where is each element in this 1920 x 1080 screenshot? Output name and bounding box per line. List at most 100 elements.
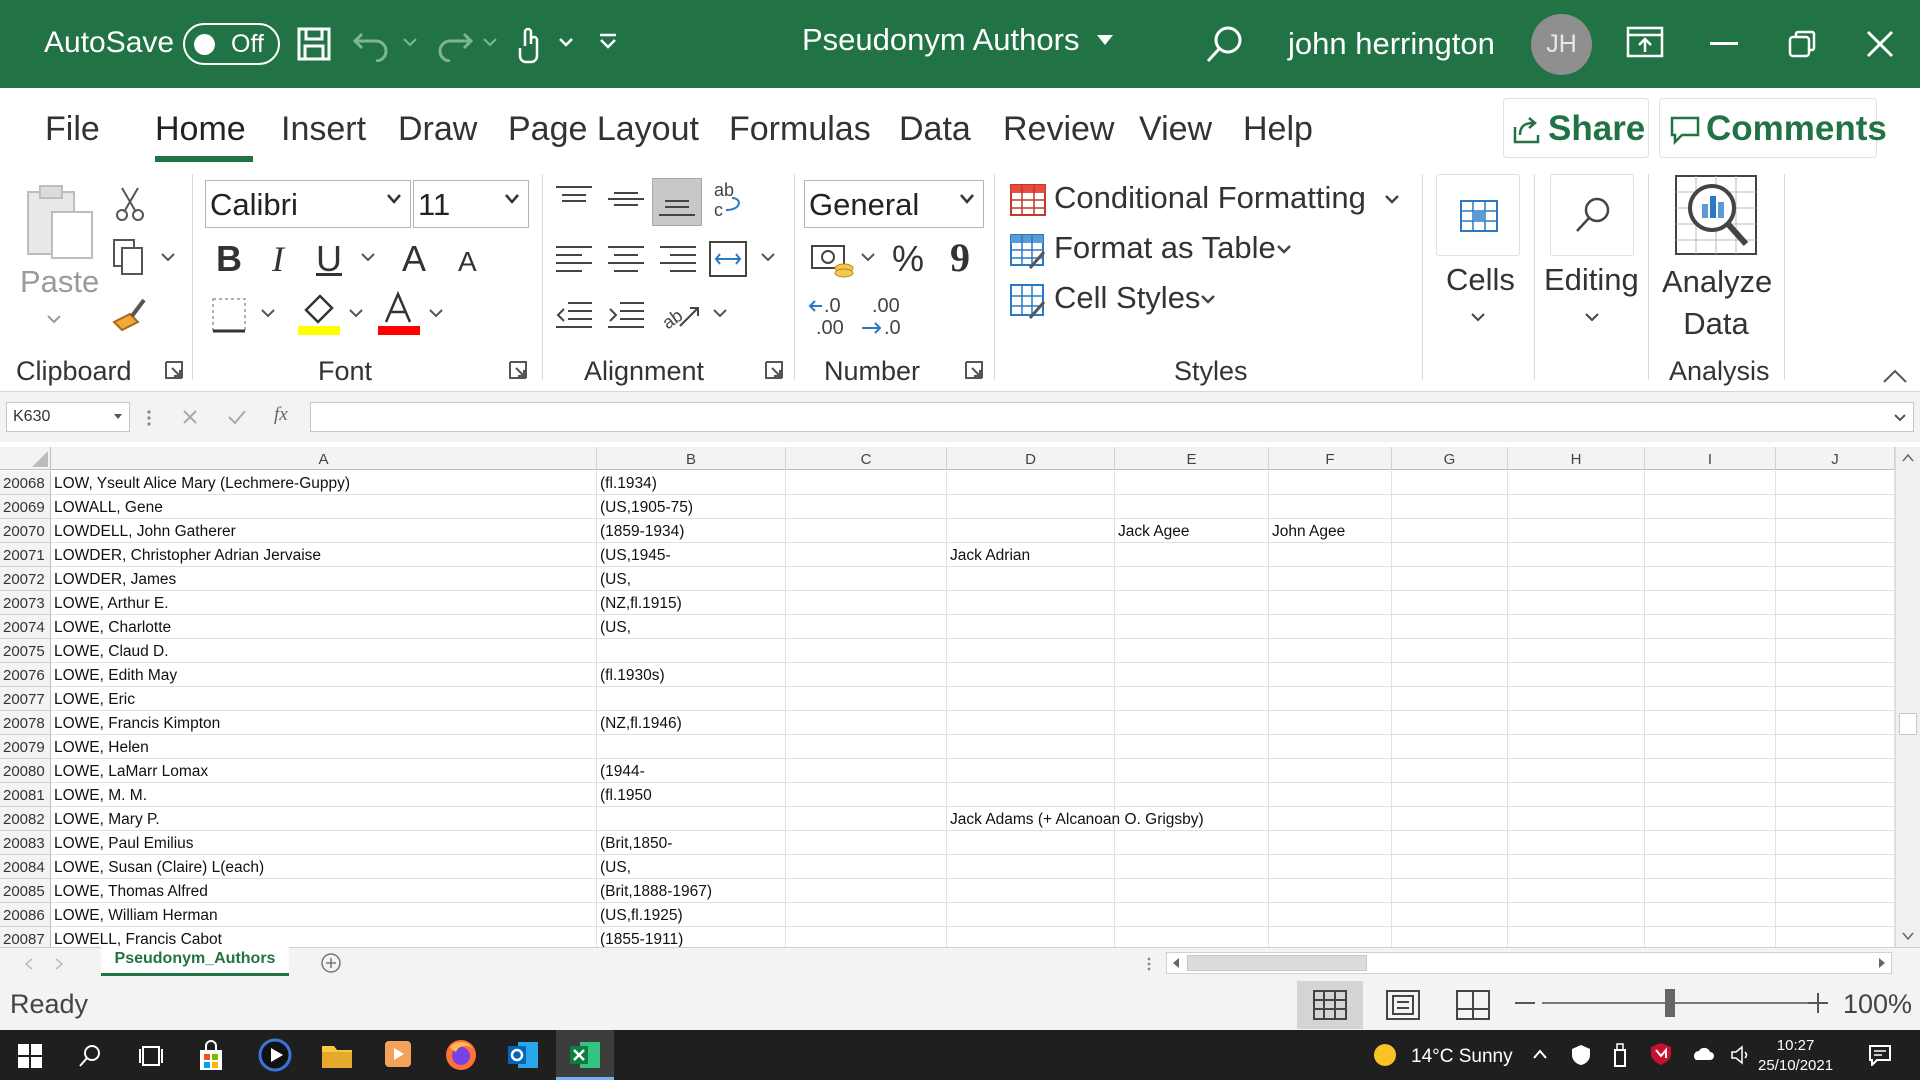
firefox-icon[interactable] — [444, 1038, 478, 1072]
cell-a[interactable]: LOWE, Edith May — [51, 663, 597, 687]
paste-dropdown-icon[interactable] — [46, 314, 62, 324]
row-header[interactable]: 20070 — [0, 519, 51, 543]
borders-icon[interactable] — [210, 296, 248, 334]
cell-b[interactable] — [597, 687, 786, 711]
cell-c[interactable] — [786, 687, 947, 711]
cell-i[interactable] — [1645, 783, 1776, 807]
cell-j[interactable] — [1776, 471, 1895, 495]
media-player-icon[interactable] — [258, 1038, 292, 1072]
cell-a[interactable]: LOWE, Thomas Alfred — [51, 879, 597, 903]
cell-a[interactable]: LOWDER, James — [51, 567, 597, 591]
cell-i[interactable] — [1645, 903, 1776, 927]
row-header[interactable]: 20072 — [0, 567, 51, 591]
cell-d[interactable] — [947, 903, 1115, 927]
cell-d[interactable] — [947, 639, 1115, 663]
cell-a[interactable]: LOWE, Arthur E. — [51, 591, 597, 615]
file-explorer-icon[interactable] — [320, 1040, 354, 1070]
cell-d[interactable] — [947, 759, 1115, 783]
document-title[interactable]: Pseudonym Authors — [802, 22, 1079, 58]
cell-d[interactable] — [947, 687, 1115, 711]
cell-h[interactable] — [1508, 711, 1645, 735]
row-header[interactable]: 20071 — [0, 543, 51, 567]
cell-f[interactable] — [1269, 567, 1392, 591]
cell-i[interactable] — [1645, 663, 1776, 687]
row-header[interactable]: 20083 — [0, 831, 51, 855]
cell-b[interactable]: (fl.1934) — [597, 471, 786, 495]
cell-a[interactable]: LOW, Yseult Alice Mary (Lechmere-Guppy) — [51, 471, 597, 495]
cell-i[interactable] — [1645, 495, 1776, 519]
cell-h[interactable] — [1508, 903, 1645, 927]
cell-f[interactable] — [1269, 807, 1392, 831]
cell-g[interactable] — [1392, 927, 1508, 947]
copy-icon[interactable] — [110, 238, 148, 276]
number-format-select[interactable]: General — [804, 180, 984, 228]
cell-j[interactable] — [1776, 591, 1895, 615]
tab-insert[interactable]: Insert — [281, 110, 366, 149]
cell-g[interactable] — [1392, 807, 1508, 831]
select-all-corner[interactable] — [0, 447, 51, 470]
cell-h[interactable] — [1508, 591, 1645, 615]
user-name[interactable]: john herrington — [1288, 26, 1495, 62]
row-header[interactable]: 20080 — [0, 759, 51, 783]
cell-f[interactable] — [1269, 831, 1392, 855]
usb-device-icon[interactable] — [1612, 1042, 1628, 1068]
zoom-in-icon[interactable] — [1808, 993, 1828, 1013]
cell-f[interactable] — [1269, 879, 1392, 903]
cell-d[interactable] — [947, 615, 1115, 639]
cell-g[interactable] — [1392, 567, 1508, 591]
align-top-icon[interactable] — [554, 184, 594, 214]
analyze-data-icon[interactable] — [1672, 172, 1760, 258]
cell-j[interactable] — [1776, 735, 1895, 759]
add-sheet-icon[interactable] — [320, 952, 342, 974]
cell-j[interactable] — [1776, 879, 1895, 903]
cell-g[interactable] — [1392, 903, 1508, 927]
cell-i[interactable] — [1645, 879, 1776, 903]
comma-style-button[interactable]: 9 — [950, 234, 970, 281]
volume-icon[interactable] — [1730, 1044, 1752, 1066]
cell-g[interactable] — [1392, 687, 1508, 711]
increase-decimal-icon[interactable]: .0.00 — [808, 294, 854, 338]
tab-split-grip-icon[interactable] — [1147, 956, 1151, 972]
scroll-down-icon[interactable] — [1901, 931, 1915, 941]
cell-h[interactable] — [1508, 783, 1645, 807]
scroll-left-icon[interactable] — [1171, 957, 1181, 969]
font-size-select[interactable]: 11 — [413, 180, 529, 228]
video-app-icon[interactable] — [382, 1038, 414, 1070]
cell-d[interactable] — [947, 471, 1115, 495]
cell-e[interactable] — [1115, 735, 1269, 759]
cell-a[interactable]: LOWE, M. M. — [51, 783, 597, 807]
name-box[interactable]: K630 — [6, 402, 130, 432]
cell-b[interactable] — [597, 735, 786, 759]
cell-g[interactable] — [1392, 855, 1508, 879]
cell-c[interactable] — [786, 783, 947, 807]
row-header[interactable]: 20074 — [0, 615, 51, 639]
row-header[interactable]: 20076 — [0, 663, 51, 687]
align-middle-icon[interactable] — [606, 184, 646, 214]
zoom-out-icon[interactable] — [1515, 1001, 1535, 1005]
comments-button[interactable]: Comments — [1659, 98, 1887, 158]
system-clock[interactable]: 10:27 25/10/2021 — [1758, 1036, 1833, 1076]
cell-i[interactable] — [1645, 567, 1776, 591]
scroll-right-icon[interactable] — [1877, 957, 1887, 969]
share-button[interactable]: Share — [1503, 98, 1649, 158]
cell-e[interactable] — [1115, 855, 1269, 879]
cell-f[interactable]: John Agee — [1269, 519, 1392, 543]
cell-g[interactable] — [1392, 615, 1508, 639]
cell-b[interactable]: (1859-1934) — [597, 519, 786, 543]
cell-g[interactable] — [1392, 519, 1508, 543]
cell-i[interactable] — [1645, 735, 1776, 759]
notifications-icon[interactable] — [1868, 1044, 1892, 1066]
orientation-icon[interactable]: ab — [662, 296, 702, 332]
close-icon[interactable] — [1866, 30, 1894, 58]
cell-c[interactable] — [786, 591, 947, 615]
taskbar-search-icon[interactable] — [78, 1044, 102, 1068]
cell-d[interactable] — [947, 495, 1115, 519]
ribbon-display-options-icon[interactable] — [1626, 24, 1664, 60]
tab-view[interactable]: View — [1139, 110, 1212, 149]
cell-h[interactable] — [1508, 687, 1645, 711]
cell-b[interactable] — [597, 807, 786, 831]
cell-e[interactable] — [1115, 927, 1269, 947]
undo-icon[interactable] — [352, 26, 392, 62]
cell-b[interactable]: (1855-1911) — [597, 927, 786, 947]
formula-input[interactable] — [310, 402, 1914, 432]
